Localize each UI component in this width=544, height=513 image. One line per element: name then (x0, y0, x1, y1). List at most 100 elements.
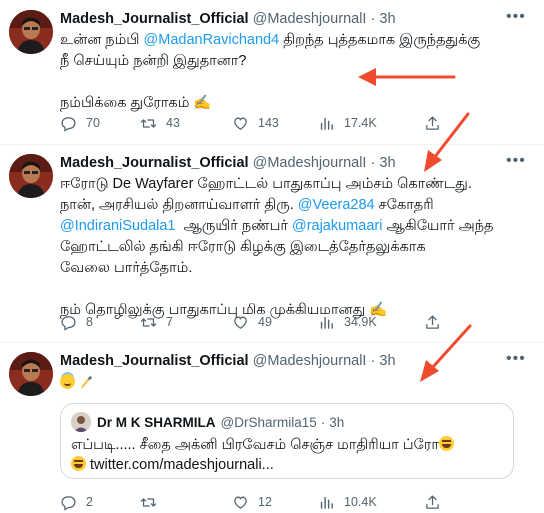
share-button[interactable] (424, 312, 441, 332)
share-icon (426, 314, 439, 329)
reply-button[interactable]: 70 (60, 113, 100, 133)
mention-link[interactable]: @rajakumaari (292, 218, 382, 234)
view-count: 34.9K (344, 315, 377, 329)
views-button[interactable]: 10.4K (318, 492, 377, 512)
separator-dot: · (370, 353, 376, 369)
text-line: வேலை பார்த்தோம். (60, 260, 193, 276)
tweet[interactable]: Madesh_Journalist_Official @Madeshjourna… (0, 342, 544, 513)
quoted-tweet-header: Dr M K SHARMILA @DrSharmila15 · 3h (71, 412, 348, 432)
reply-icon (61, 495, 76, 511)
heart-icon (234, 117, 247, 130)
grinning-emoji (71, 456, 86, 471)
tweet[interactable]: Madesh_Journalist_Official @Madeshjourna… (0, 0, 544, 145)
text-line: ஈரோடு De Wayfarer ஹோட்டல் பாதுகாப்பு அம்… (60, 176, 472, 192)
text-segment: நான், அரசியல் திறனாய்வாளர் திரு. (60, 197, 298, 213)
tweet-header: Madesh_Journalist_Official @Madeshjourna… (60, 352, 396, 370)
views-button[interactable]: 34.9K (318, 312, 377, 332)
like-button[interactable]: 143 (232, 113, 279, 133)
author-name[interactable]: Madesh_Journalist_Official (60, 353, 249, 369)
quoted-timestamp: 3h (329, 414, 345, 430)
author-handle[interactable]: @MadeshjournalI (253, 155, 367, 171)
text-line: நம்பிக்கை துரோகம் ✍️ (60, 95, 212, 111)
quoted-author-handle: @DrSharmila15 (220, 414, 317, 430)
retweet-button[interactable]: 43 (140, 113, 180, 133)
more-icon[interactable]: ••• (506, 351, 525, 368)
text-segment: ஆருயிர் நண்பர் (175, 218, 292, 234)
share-button[interactable] (424, 113, 441, 133)
avatar[interactable] (9, 352, 53, 396)
tweet-text: ஈரோடு De Wayfarer ஹோட்டல் பாதுகாப்பு அம்… (60, 174, 530, 321)
views-button[interactable]: 17.4K (318, 113, 377, 133)
timeline-feed: Madesh_Journalist_Official @Madeshjourna… (0, 0, 544, 513)
author-handle[interactable]: @MadeshjournalI (253, 11, 367, 27)
reply-count: 8 (86, 315, 93, 329)
action-bar: 2 12 10.4K (60, 492, 480, 512)
reply-count: 70 (86, 116, 100, 130)
timestamp[interactable]: 3h (379, 353, 395, 369)
quoted-author-name: Dr M K SHARMILA (97, 414, 216, 430)
retweet-button[interactable]: 7 (140, 312, 173, 332)
timestamp[interactable]: 3h (379, 155, 395, 171)
retweet-icon (140, 497, 157, 507)
tweet-text: உன்ன நம்பி @MadanRavichand4 திறந்த புத்த… (60, 30, 530, 114)
separator-dot: · (370, 11, 376, 27)
share-button[interactable] (424, 492, 441, 512)
mention-link[interactable]: @IndiraniSudala1 (60, 218, 176, 234)
like-count: 12 (258, 495, 272, 509)
avatar[interactable] (9, 154, 53, 198)
text-segment: திறந்த புத்தகமாக இருந்ததுக்கு (279, 32, 481, 48)
author-name[interactable]: Madesh_Journalist_Official (60, 155, 249, 171)
writing-hand-emoji (80, 375, 93, 389)
views-icon (320, 117, 333, 130)
more-icon[interactable]: ••• (506, 9, 525, 26)
timestamp[interactable]: 3h (379, 11, 395, 27)
reply-icon (61, 315, 76, 331)
retweet-button[interactable] (140, 492, 166, 512)
author-handle[interactable]: @MadeshjournalI (253, 353, 367, 369)
text-line: எப்படி..... சீதை அக்னி பிரவேசம் செஞ்ச மா… (71, 437, 439, 453)
action-bar: 8 7 49 34.9K (60, 312, 480, 332)
retweet-icon (140, 118, 157, 128)
text-line: நீ செய்யும் நன்றி இதுதானா? (60, 53, 247, 69)
mention-link[interactable]: @Veera284 (298, 197, 375, 213)
views-icon (320, 496, 333, 509)
reply-icon (61, 116, 76, 132)
more-icon[interactable]: ••• (506, 153, 525, 170)
action-bar: 70 43 143 17.4K (60, 113, 480, 133)
share-icon (426, 115, 439, 130)
quoted-tweet-text: எப்படி..... சீதை அக்னி பிரவேசம் செஞ்ச மா… (71, 435, 501, 475)
heart-icon (234, 496, 247, 509)
retweet-count: 7 (166, 315, 173, 329)
text-line: ஹோட்டலில் தங்கி ஈரோடு கிழக்கு இடைத்தேர்த… (60, 239, 426, 255)
avatar[interactable] (9, 10, 53, 54)
grinning-emoji (438, 436, 454, 451)
reply-button[interactable]: 2 (60, 492, 93, 512)
view-count: 17.4K (344, 116, 377, 130)
like-count: 143 (258, 116, 279, 130)
tweet-text (60, 373, 530, 394)
text-segment: சகோதரி (374, 197, 434, 213)
like-count: 49 (258, 315, 272, 329)
mention-link[interactable]: @MadanRavichand4 (144, 32, 280, 48)
reply-count: 2 (86, 495, 93, 509)
views-icon (320, 316, 333, 329)
quoted-link[interactable]: twitter.com/madeshjournali... (86, 457, 274, 473)
share-icon (426, 494, 439, 509)
like-button[interactable]: 12 (232, 492, 272, 512)
author-name[interactable]: Madesh_Journalist_Official (60, 11, 249, 27)
smiling-angel-emoji (60, 374, 75, 389)
heart-icon (234, 316, 247, 329)
tweet-header: Madesh_Journalist_Official @Madeshjourna… (60, 10, 396, 28)
tweet-header: Madesh_Journalist_Official @Madeshjourna… (60, 154, 396, 172)
quoted-tweet[interactable]: Dr M K SHARMILA @DrSharmila15 · 3h எப்பட… (60, 403, 514, 479)
retweet-count: 43 (166, 116, 180, 130)
text-segment: உன்ன நம்பி (60, 32, 144, 48)
separator-dot: · (320, 414, 326, 430)
view-count: 10.4K (344, 495, 377, 509)
quoted-avatar (71, 412, 91, 432)
tweet[interactable]: Madesh_Journalist_Official @Madeshjourna… (0, 144, 544, 343)
reply-button[interactable]: 8 (60, 312, 93, 332)
like-button[interactable]: 49 (232, 312, 272, 332)
retweet-icon (140, 317, 157, 327)
text-segment: ஆகியோர் அந்த (382, 218, 494, 234)
